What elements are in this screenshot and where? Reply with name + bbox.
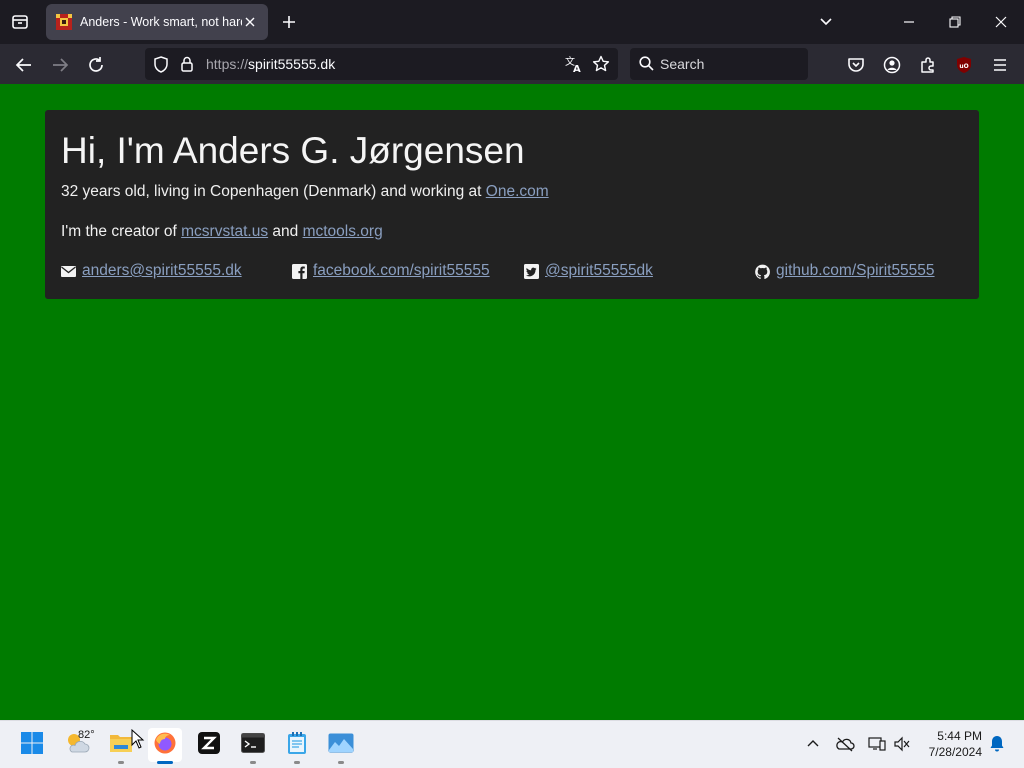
restore-icon[interactable]: [932, 0, 978, 44]
running-indicator: [338, 761, 344, 764]
clock-date: 7/28/2024: [928, 745, 982, 759]
project-link-mctools[interactable]: mctools.org: [303, 223, 383, 240]
url-protocol: https://: [206, 56, 249, 72]
contact-twitter: @spirit55555dk: [524, 262, 653, 280]
back-icon[interactable]: [11, 52, 37, 78]
mouse-cursor-icon: [131, 728, 145, 754]
taskbar-firefox[interactable]: [148, 728, 182, 764]
photo-viewer-icon: [328, 733, 354, 758]
taskbar-clock[interactable]: 5:44 PM 7/28/2024: [918, 728, 982, 760]
envelope-icon: [61, 264, 76, 279]
tab-strip: Anders - Work smart, not hard: [0, 0, 1024, 44]
terminal-icon: [241, 732, 265, 758]
taskbar-notepad[interactable]: [280, 728, 314, 764]
tab-title: Anders - Work smart, not hard: [80, 15, 242, 29]
tracking-protection-icon[interactable]: [153, 56, 169, 76]
windows-logo-icon: [20, 731, 44, 760]
github-link[interactable]: github.com/Spirit55555: [776, 262, 935, 280]
bookmark-star-icon[interactable]: [592, 55, 610, 76]
onedrive-offline-icon[interactable]: [835, 734, 855, 754]
forward-icon[interactable]: [47, 52, 73, 78]
url-host: spirit55555.dk: [248, 56, 336, 72]
creator-prefix: I'm the creator of: [61, 223, 182, 240]
notepad-icon: [287, 731, 307, 760]
taskbar-zed[interactable]: [192, 728, 226, 762]
facebook-icon: [292, 263, 307, 279]
svg-text:uO: uO: [959, 63, 968, 70]
network-icon[interactable]: [867, 734, 887, 754]
search-icon: [639, 56, 654, 74]
clock-time: 5:44 PM: [937, 729, 982, 743]
twitter-icon: [524, 263, 539, 279]
show-hidden-icons-icon[interactable]: [803, 734, 823, 754]
intro-line: 32 years old, living in Copenhagen (Denm…: [61, 183, 549, 201]
ublock-origin-icon[interactable]: uO: [951, 52, 977, 78]
taskbar-photos[interactable]: [324, 728, 358, 764]
weather-temperature: 82°: [78, 729, 95, 741]
page-viewport: Hi, I'm Anders G. Jørgensen 32 years old…: [0, 84, 1024, 720]
minimize-icon[interactable]: [886, 0, 932, 44]
folder-icon: [109, 732, 133, 759]
list-all-tabs-icon[interactable]: [815, 11, 837, 33]
project-link-mcsrvstat[interactable]: mcsrvstat.us: [181, 223, 268, 240]
running-indicator: [250, 761, 256, 764]
close-window-icon[interactable]: [978, 0, 1024, 44]
tab-close-icon[interactable]: [242, 14, 258, 30]
page-title: Hi, I'm Anders G. Jørgensen: [61, 130, 525, 171]
translate-icon[interactable]: 文A: [565, 55, 583, 76]
contact-email: anders@spirit55555.dk: [61, 262, 242, 280]
zed-app-icon: [198, 731, 220, 759]
search-placeholder: Search: [660, 56, 705, 72]
site-favicon-icon: [56, 14, 72, 30]
start-button[interactable]: [15, 728, 49, 762]
intro-text: 32 years old, living in Copenhagen (Denm…: [61, 183, 486, 200]
facebook-link[interactable]: facebook.com/spirit55555: [313, 262, 490, 280]
taskbar-terminal[interactable]: [236, 728, 270, 764]
running-indicator: [294, 761, 300, 764]
active-tab[interactable]: Anders - Work smart, not hard: [46, 4, 268, 40]
address-bar[interactable]: https://spirit55555.dk 文A: [145, 48, 618, 80]
employer-link[interactable]: One.com: [486, 183, 549, 200]
contact-github: github.com/Spirit55555: [755, 262, 935, 280]
profile-card: Hi, I'm Anders G. Jørgensen 32 years old…: [45, 110, 979, 299]
volume-muted-icon[interactable]: [892, 734, 912, 754]
account-icon[interactable]: [879, 52, 905, 78]
active-indicator: [157, 761, 173, 764]
search-bar[interactable]: Search: [630, 48, 808, 80]
email-link[interactable]: anders@spirit55555.dk: [82, 262, 242, 280]
lock-icon[interactable]: [180, 56, 194, 75]
creator-and: and: [268, 223, 303, 240]
notification-bell-icon[interactable]: [987, 734, 1007, 754]
pocket-icon[interactable]: [843, 52, 869, 78]
creator-line: I'm the creator of mcsrvstat.us and mcto…: [61, 223, 383, 241]
github-icon: [755, 264, 770, 279]
twitter-link[interactable]: @spirit55555dk: [545, 262, 653, 280]
app-menu-icon[interactable]: [987, 52, 1013, 78]
url-text[interactable]: https://spirit55555.dk: [206, 56, 335, 72]
new-tab-icon[interactable]: [278, 11, 300, 33]
tab-list-icon[interactable]: [8, 10, 32, 34]
firefox-icon: [153, 731, 177, 760]
reload-icon[interactable]: [83, 52, 109, 78]
contact-facebook: facebook.com/spirit55555: [292, 262, 490, 280]
extensions-icon[interactable]: [915, 52, 941, 78]
running-indicator: [118, 761, 124, 764]
svg-text:A: A: [573, 64, 581, 73]
